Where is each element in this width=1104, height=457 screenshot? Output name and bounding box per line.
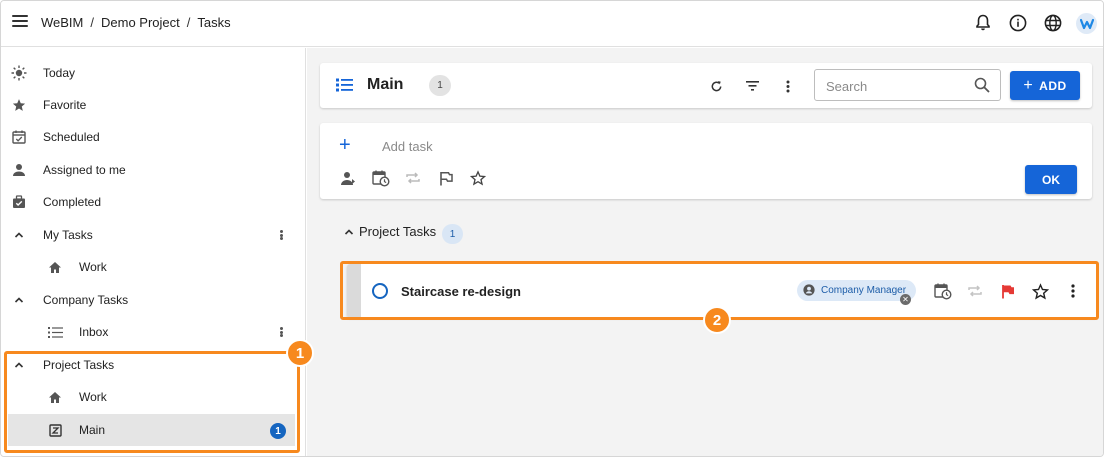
callout-number: 1: [286, 339, 314, 367]
sidebar-item-label: My Tasks: [43, 228, 93, 242]
star-icon: [11, 97, 27, 113]
callout-number: 2: [703, 306, 731, 334]
search-input[interactable]: [826, 77, 966, 95]
user-avatar[interactable]: [1076, 13, 1097, 34]
assign-person-icon[interactable]: [338, 168, 358, 188]
breadcrumb-item[interactable]: Tasks: [197, 15, 230, 30]
sidebar-item-scheduled[interactable]: Scheduled: [1, 121, 306, 153]
chevron-up-icon[interactable]: [11, 292, 27, 308]
sidebar-item-favorite[interactable]: Favorite: [1, 89, 306, 121]
calendar-clock-icon[interactable]: [371, 168, 391, 188]
sidebar-item-work[interactable]: Work: [1, 251, 306, 283]
refresh-icon[interactable]: [706, 76, 726, 96]
sidebar-item-assigned-to-me[interactable]: Assigned to me: [1, 154, 306, 186]
search-icon[interactable]: [974, 77, 990, 98]
breadcrumb-item[interactable]: Demo Project: [101, 15, 180, 30]
ok-button[interactable]: OK: [1025, 165, 1077, 194]
sidebar-item-label: Favorite: [43, 98, 87, 112]
person-icon: [11, 162, 27, 178]
list-icon: [47, 324, 63, 340]
main-panel: Main 1 + ADD +: [307, 48, 1103, 456]
list-header: Main 1 + ADD: [320, 63, 1092, 108]
more-vert-icon[interactable]: [277, 228, 285, 242]
chevron-up-icon: [344, 228, 354, 236]
add-button[interactable]: + ADD: [1010, 71, 1080, 100]
star-outline-icon[interactable]: [468, 168, 488, 188]
top-bar: WeBIM / Demo Project / Tasks: [1, 1, 1103, 47]
sidebar-item-my-tasks[interactable]: My Tasks: [1, 219, 306, 251]
group-count-badge: 1: [442, 224, 463, 244]
group-label: Project Tasks: [359, 224, 437, 239]
sidebar-item-inbox[interactable]: Inbox: [1, 316, 306, 348]
calendar-check-icon: [11, 129, 27, 145]
sidebar-item-label: Work: [79, 260, 107, 274]
plus-icon: +: [1023, 76, 1034, 94]
task-count-badge: 1: [429, 75, 451, 96]
home-icon: [47, 259, 63, 275]
add-button-label: ADD: [1039, 78, 1067, 93]
globe-icon[interactable]: [1042, 12, 1064, 34]
briefcase-check-icon: [11, 194, 27, 210]
plus-icon[interactable]: +: [339, 134, 351, 157]
highlight-box: [4, 351, 300, 453]
list-icon: [336, 78, 353, 97]
filter-icon[interactable]: [742, 76, 762, 96]
app-window: WeBIM / Demo Project / Tasks Today Favorite: [0, 0, 1104, 457]
breadcrumb-separator: /: [186, 15, 191, 30]
sidebar-item-label: Completed: [43, 195, 102, 209]
repeat-icon[interactable]: [403, 168, 423, 188]
info-icon[interactable]: [1007, 12, 1029, 34]
search-field[interactable]: [814, 69, 1001, 101]
more-vert-icon[interactable]: [277, 325, 285, 339]
breadcrumb-separator: /: [90, 15, 95, 30]
sidebar-item-label: Today: [43, 66, 76, 80]
sidebar-item-label: Inbox: [79, 325, 109, 339]
add-task-input[interactable]: [382, 137, 782, 155]
sidebar-item-today[interactable]: Today: [1, 57, 306, 89]
sidebar-item-label: Assigned to me: [43, 163, 126, 177]
group-header-project-tasks[interactable]: Project Tasks: [344, 224, 436, 239]
breadcrumb-item[interactable]: WeBIM: [41, 15, 83, 30]
breadcrumb: WeBIM / Demo Project / Tasks: [41, 15, 231, 30]
add-task-panel: + OK: [320, 123, 1092, 199]
flag-icon[interactable]: [436, 168, 456, 188]
sidebar-item-completed[interactable]: Completed: [1, 186, 306, 218]
sun-icon: [11, 65, 27, 81]
page-title: Main: [367, 76, 404, 93]
sidebar-item-label: Company Tasks: [43, 293, 129, 307]
chevron-up-icon[interactable]: [11, 227, 27, 243]
sidebar-item-company-tasks[interactable]: Company Tasks: [1, 284, 306, 316]
menu-icon[interactable]: [12, 15, 28, 29]
more-vert-icon[interactable]: [778, 76, 798, 96]
sidebar-item-label: Scheduled: [43, 130, 100, 144]
bell-icon[interactable]: [972, 12, 994, 34]
